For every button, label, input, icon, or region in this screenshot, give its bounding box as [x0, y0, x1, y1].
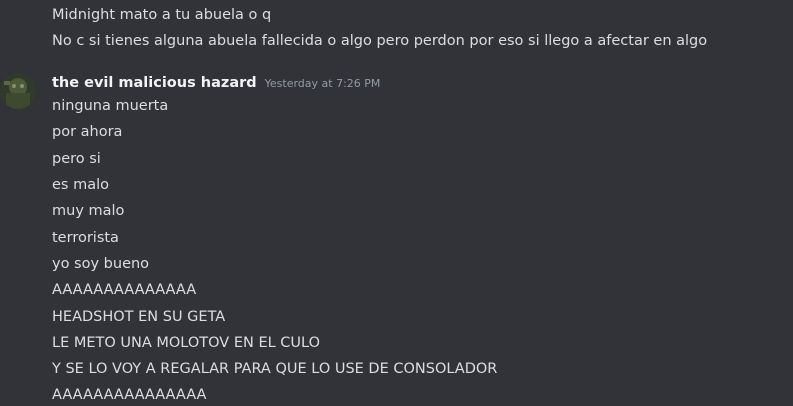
- message-timestamp[interactable]: Yesterday at 7:26 PM: [265, 77, 381, 90]
- message-text: Y SE LO VOY A REGALAR PARA QUE LO USE DE…: [52, 361, 498, 377]
- message-text: por ahora: [52, 124, 123, 140]
- message-text: AAAAAAAAAAAAAA: [52, 282, 197, 298]
- message-text: Midnight mato a tu abuela o q: [52, 7, 272, 23]
- message-text: muy malo: [52, 203, 125, 219]
- message-header: the evil malicious hazard Yesterday at 7…: [52, 75, 380, 95]
- user-avatar[interactable]: [0, 73, 36, 109]
- message-text: pero si: [52, 151, 101, 167]
- avatar-image: [0, 73, 36, 109]
- message-text: HEADSHOT EN SU GETA: [52, 309, 226, 325]
- message-text: AAAAAAAAAAAAAAA: [52, 387, 207, 403]
- chat-message-list: Midnight mato a tu abuela o q No c si ti…: [0, 0, 793, 406]
- message-text: es malo: [52, 177, 109, 193]
- username[interactable]: the evil malicious hazard: [52, 75, 257, 91]
- message-text: LE METO UNA MOLOTOV EN EL CULO: [52, 335, 321, 351]
- message-text: No c si tienes alguna abuela fallecida o…: [52, 33, 708, 49]
- message-text: ninguna muerta: [52, 98, 169, 114]
- message-text: yo soy bueno: [52, 256, 150, 272]
- message-text: terrorista: [52, 230, 119, 246]
